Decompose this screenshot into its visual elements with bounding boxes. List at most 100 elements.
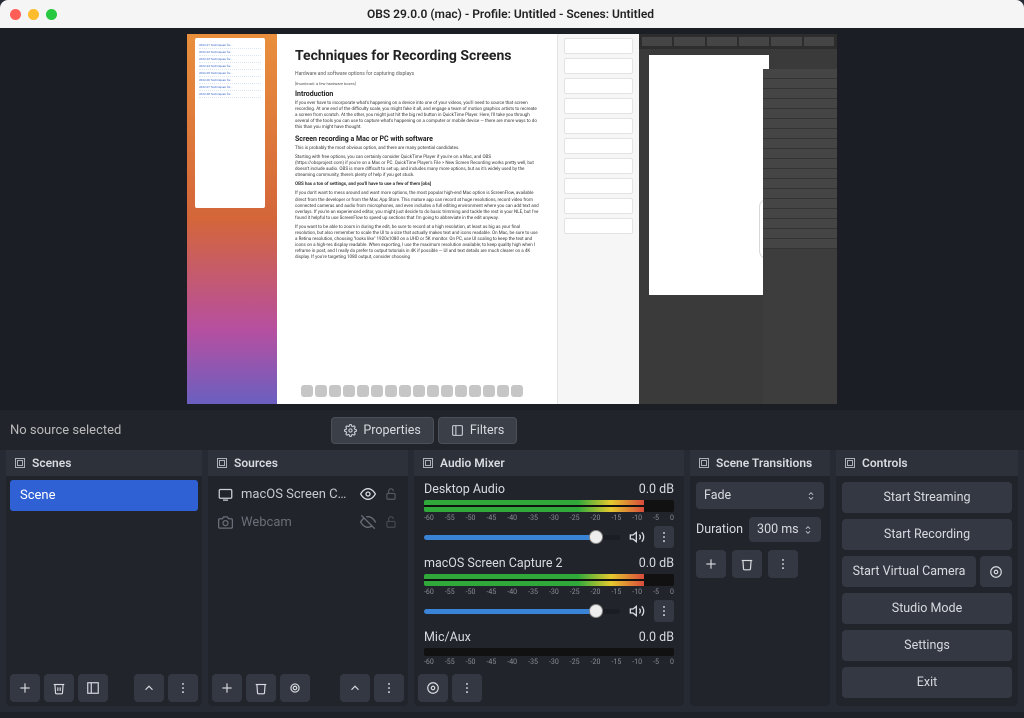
display-icon [218,487,233,502]
filters-icon [451,424,464,437]
properties-button[interactable]: Properties [331,417,434,444]
filters-icon [86,681,100,695]
eye-off-icon[interactable] [360,514,376,530]
add-source-button[interactable] [212,674,242,702]
context-bar: No source selected Properties Filters [0,410,1024,450]
channel-name: macOS Screen Capture 2 [424,556,563,571]
channel-db: 0.0 dB [639,482,674,497]
transition-select[interactable]: Fade [696,482,824,509]
mixer-channel: Mic/Aux0.0 dB -60-55-50-45-40-35-30-25-2… [418,628,680,670]
doc-title: Techniques for Recording Screens [295,48,539,65]
source-item[interactable]: macOS Screen Capture 2 [212,480,404,508]
scene-filters-button[interactable] [78,674,108,702]
plus-icon [18,681,32,695]
trash-icon [740,557,754,571]
duration-stepper[interactable]: 300 ms [749,517,821,542]
vdots-icon [776,557,790,571]
status-bar: LIVE: 00:00:00 REC: 00:00:00 CPU: 3.9%, … [0,712,1024,718]
no-source-label: No source selected [10,423,121,438]
gear-icon [989,565,1003,579]
dock-icon [698,457,710,469]
plus-icon [704,557,718,571]
chevron-up-icon [348,681,362,695]
duration-label: Duration [696,522,743,537]
panel-sources: Sources macOS Screen Capture 2 Webcam [208,450,408,706]
channel-more-button[interactable] [654,526,674,548]
filters-button[interactable]: Filters [438,417,517,444]
updown-icon [806,489,816,503]
trash-icon [52,681,66,695]
panel-scenes-title: Scenes [32,456,71,470]
channel-more-button[interactable] [654,600,674,622]
remove-scene-button[interactable] [44,674,74,702]
move-source-up-button[interactable] [340,674,370,702]
panel-transitions: Scene Transitions Fade Duration 300 ms [690,450,830,706]
transition-more-button[interactable] [768,550,798,578]
eye-icon[interactable] [360,486,376,502]
scene-more-button[interactable] [168,674,198,702]
plus-icon [220,681,234,695]
vdots-icon [460,681,474,695]
start-streaming-button[interactable]: Start Streaming [842,482,1012,513]
add-scene-button[interactable] [10,674,40,702]
studio-mode-button[interactable]: Studio Mode [842,593,1012,624]
exit-button[interactable]: Exit [842,667,1012,698]
mixer-settings-button[interactable] [418,674,448,702]
lock-icon[interactable] [384,515,398,529]
preview-canvas: 2022-01 Techniques for...2022-02 Techniq… [187,34,837,404]
zoom-icon[interactable] [46,9,57,20]
channel-name: Desktop Audio [424,482,505,497]
remove-transition-button[interactable] [732,550,762,578]
vcam-settings-button[interactable] [980,556,1012,587]
volume-slider[interactable] [424,535,620,540]
volume-slider[interactable] [424,609,620,614]
dock-icon [14,457,26,469]
gear-icon [288,681,302,695]
scene-item[interactable]: Scene [10,480,198,511]
source-item[interactable]: Webcam [212,508,404,536]
scenes-list[interactable]: Scene [6,476,202,670]
source-more-button[interactable] [374,674,404,702]
speaker-icon[interactable] [626,526,648,548]
camera-icon [218,515,233,530]
mixer-more-button[interactable] [452,674,482,702]
panel-controls-title: Controls [862,456,908,470]
start-recording-button[interactable]: Start Recording [842,519,1012,550]
source-properties-button[interactable] [280,674,310,702]
window-controls [10,9,57,20]
preview-area[interactable]: 2022-01 Techniques for...2022-02 Techniq… [0,28,1024,410]
close-icon[interactable] [10,9,21,20]
mixer-channel: Desktop Audio0.0 dB -60-55-50-45-40-35-3… [418,480,680,554]
move-scene-up-button[interactable] [134,674,164,702]
vdots-icon [382,681,396,695]
titlebar: OBS 29.0.0 (mac) - Profile: Untitled - S… [0,0,1024,28]
dock-icon [422,457,434,469]
channel-db: 0.0 dB [639,556,674,571]
vdots-icon [176,681,190,695]
mixer-channel: macOS Screen Capture 20.0 dB -60-55-50-4… [418,554,680,628]
window-title: OBS 29.0.0 (mac) - Profile: Untitled - S… [57,7,964,21]
channel-db: 0.0 dB [639,630,674,645]
add-transition-button[interactable] [696,550,726,578]
lock-icon[interactable] [384,487,398,501]
panel-sources-title: Sources [234,456,278,470]
gear-icon [344,424,357,437]
panel-mixer: Audio Mixer Desktop Audio0.0 dB -60-55-5… [414,450,684,706]
dock-icon [844,457,856,469]
updown-icon [803,523,813,537]
minimize-icon[interactable] [28,9,39,20]
settings-button[interactable]: Settings [842,630,1012,661]
panel-scenes: Scenes Scene [6,450,202,706]
dock-icon [216,457,228,469]
chevron-up-icon [142,681,156,695]
start-virtual-camera-button[interactable]: Start Virtual Camera [842,556,976,587]
panel-controls: Controls Start Streaming Start Recording… [836,450,1018,706]
remove-source-button[interactable] [246,674,276,702]
channel-name: Mic/Aux [424,630,471,645]
sources-list[interactable]: macOS Screen Capture 2 Webcam [208,476,408,670]
trash-icon [254,681,268,695]
panel-transitions-title: Scene Transitions [716,456,812,470]
speaker-icon[interactable] [626,600,648,622]
panel-mixer-title: Audio Mixer [440,456,505,470]
gear-icon [426,681,440,695]
